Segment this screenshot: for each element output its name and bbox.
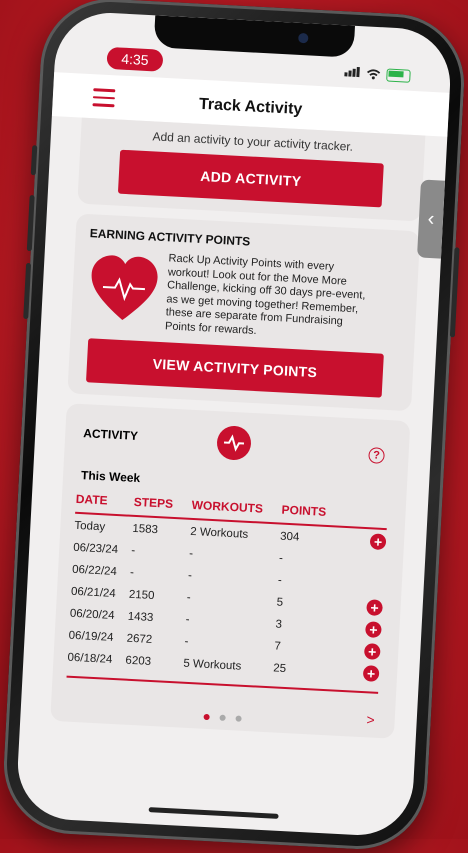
cell-workouts: -	[188, 547, 194, 561]
side-drawer-tab[interactable]: ‹	[416, 179, 446, 259]
heart-pulse-icon	[91, 255, 158, 321]
add-workout-icon[interactable]: +	[365, 621, 382, 638]
cell-points: 5	[276, 596, 284, 609]
add-workout-icon[interactable]: +	[362, 665, 380, 682]
cell-workouts: -	[186, 591, 191, 604]
cell-workouts: -	[185, 613, 190, 626]
home-indicator	[148, 807, 279, 819]
activity-points-description: Rack Up Activity Points with every worko…	[164, 252, 366, 337]
cell-steps: 2672	[126, 632, 153, 647]
cell-steps: 6203	[125, 654, 152, 668]
cell-date: 06/20/24	[69, 607, 115, 623]
status-time: 4:35	[106, 46, 164, 72]
cell-date: 06/19/24	[68, 629, 114, 644]
cell-points: 7	[274, 640, 282, 653]
cell-date: 06/22/24	[71, 563, 118, 579]
page-dots	[50, 699, 394, 735]
add-workout-icon[interactable]: +	[369, 533, 387, 551]
add-workout-icon[interactable]: +	[366, 599, 383, 617]
cell-steps: 1433	[127, 610, 154, 625]
cell-date: 06/21/24	[70, 585, 117, 601]
cell-points: 304	[279, 530, 300, 544]
cell-steps: 1583	[132, 522, 159, 537]
camera-icon	[298, 32, 309, 44]
add-workout-icon[interactable]: +	[363, 643, 381, 660]
cell-workouts: 2 Workouts	[189, 525, 249, 541]
cell-points: -	[278, 552, 284, 565]
cell-points: 25	[272, 662, 287, 676]
battery-icon	[386, 68, 411, 83]
add-activity-button[interactable]: ADD ACTIVITY	[117, 149, 384, 208]
status-icons	[344, 63, 411, 84]
phone-device: 4:35 Track Activity Add an activity to y…	[0, 0, 468, 853]
view-activity-points-button[interactable]: VIEW ACTIVITY POINTS	[85, 338, 384, 398]
page-dot-1[interactable]	[203, 713, 210, 721]
column-header-points: POINTS	[281, 502, 327, 519]
cell-points: 3	[275, 618, 283, 631]
help-icon[interactable]: ?	[368, 447, 385, 464]
cell-steps: 2150	[128, 588, 155, 603]
cell-date: 06/18/24	[67, 651, 113, 666]
next-page-icon[interactable]: >	[366, 711, 375, 727]
cell-workouts: 5 Workouts	[183, 657, 242, 673]
signal-icon	[344, 63, 361, 82]
cell-date: Today	[74, 519, 106, 534]
column-header-date: DATE	[75, 491, 108, 508]
page-dot-2[interactable]	[219, 714, 226, 721]
activity-card: ACTIVITY ? This Week DATE STEPS WORKOUTS…	[50, 403, 411, 739]
cell-workouts: -	[184, 635, 189, 648]
add-activity-card: Add an activity to your activity tracker…	[77, 117, 426, 222]
activity-points-card: EARNING ACTIVITY POINTS Rack Up Activity…	[67, 213, 421, 412]
cell-steps: -	[130, 544, 136, 557]
cell-steps: -	[129, 566, 135, 579]
cell-points: -	[277, 574, 283, 587]
column-header-workouts: WORKOUTS	[191, 497, 264, 516]
wifi-icon	[367, 68, 381, 79]
activity-title: ACTIVITY	[82, 426, 139, 443]
activity-points-title: EARNING ACTIVITY POINTS	[89, 226, 251, 249]
page-dot-3[interactable]	[235, 715, 243, 722]
period-label: This Week	[80, 468, 141, 486]
app-screen: 4:35 Track Activity Add an activity to y…	[15, 10, 453, 838]
cell-date: 06/23/24	[72, 541, 119, 557]
activity-pulse-icon	[216, 425, 252, 461]
column-header-steps: STEPS	[133, 494, 174, 511]
cell-workouts: -	[187, 569, 193, 582]
